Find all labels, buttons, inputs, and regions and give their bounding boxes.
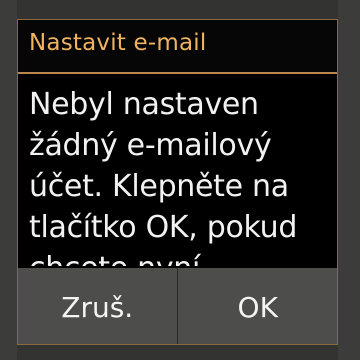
bezel-right	[338, 0, 360, 360]
ok-button[interactable]: OK	[178, 268, 337, 344]
dialog-message: Nebyl nastaven žádný e-mailový účet. Kle…	[29, 84, 334, 266]
cancel-button[interactable]: Zruš.	[18, 268, 177, 344]
dialog-button-bar: Zruš. OK	[18, 268, 337, 344]
message-line: chcete nyní	[29, 248, 334, 266]
message-line: účet. Klepněte na	[29, 169, 289, 204]
message-line: žádný e-mailový	[29, 128, 272, 163]
message-line: Nebyl nastaven	[29, 87, 259, 122]
message-line: tlačítko OK, pokud	[29, 210, 298, 245]
dialog-title: Nastavit e-mail	[29, 30, 207, 56]
dialog-message-area[interactable]: Nebyl nastaven žádný e-mailový účet. Kle…	[18, 74, 337, 266]
email-setup-dialog: Nastavit e-mail Nebyl nastaven žádný e-m…	[17, 19, 338, 345]
bezel-left	[0, 0, 17, 360]
dialog-title-bar: Nastavit e-mail	[18, 20, 337, 74]
screen: Nastavit e-mail Nebyl nastaven žádný e-m…	[0, 0, 360, 360]
